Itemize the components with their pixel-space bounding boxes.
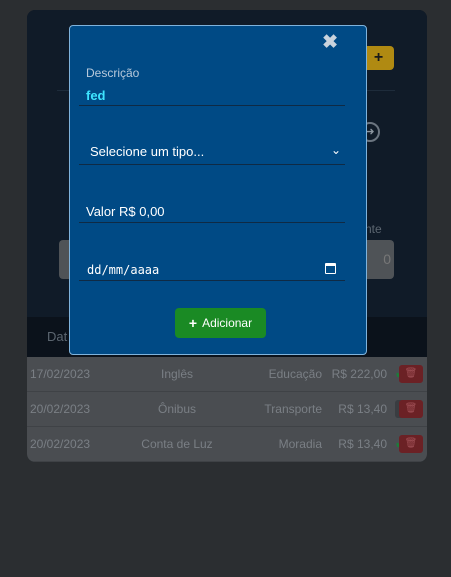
- balance-label: nte: [365, 222, 382, 236]
- row-date: 20/02/2023: [30, 402, 91, 416]
- row-description: Conta de Luz: [141, 437, 213, 451]
- trash-icon[interactable]: 🗑: [399, 435, 423, 453]
- row-description: Ônibus: [157, 402, 197, 416]
- description-value: fed: [86, 88, 106, 103]
- add-button-label: Adicionar: [202, 316, 253, 330]
- type-select-value: Selecione um tipo...: [90, 144, 205, 159]
- add-transaction-button[interactable]: +: [363, 46, 394, 70]
- description-input[interactable]: fed: [79, 86, 345, 106]
- table-row: 20/02/2023 Conta de Luz Moradia R$ 13,40…: [27, 427, 427, 462]
- trash-icon[interactable]: 🗑: [399, 365, 423, 383]
- add-transaction-modal: ✖ Descrição fed Selecione um tipo... ⌄ V…: [69, 25, 367, 355]
- description-label: Descrição: [86, 66, 140, 80]
- row-type: Educação: [268, 367, 322, 381]
- trash-icon[interactable]: 🗑: [399, 400, 423, 418]
- value-placeholder: Valor R$ 0,00: [86, 204, 165, 219]
- value-input[interactable]: Valor R$ 0,00: [79, 202, 345, 223]
- chevron-down-icon: ⌄: [330, 143, 341, 157]
- transactions-table: 17/02/2023 Inglês Educação R$ 222,00 ✔ 🗑…: [27, 357, 427, 462]
- row-date: 17/02/2023: [30, 367, 91, 381]
- row-value: R$ 13,40: [338, 437, 387, 451]
- add-button[interactable]: + Adicionar: [175, 308, 266, 338]
- row-type: Transporte: [264, 402, 322, 416]
- table-row: 20/02/2023 Ônibus Transporte R$ 13,40 ▭ …: [27, 392, 427, 427]
- row-date: 20/02/2023: [30, 437, 91, 451]
- row-value: R$ 222,00: [331, 367, 387, 381]
- type-select[interactable]: Selecione um tipo... ⌄: [79, 141, 345, 165]
- date-input[interactable]: dd/mm/aaaa: [79, 260, 345, 281]
- row-type: Moradia: [278, 437, 322, 451]
- date-placeholder: dd/mm/aaaa: [87, 263, 160, 277]
- plus-icon: +: [188, 315, 198, 331]
- close-icon[interactable]: ✖: [322, 33, 338, 52]
- row-value: R$ 13,40: [338, 402, 387, 416]
- calendar-icon[interactable]: [325, 263, 336, 274]
- table-row: 17/02/2023 Inglês Educação R$ 222,00 ✔ 🗑: [27, 357, 427, 392]
- row-description: Inglês: [160, 367, 194, 381]
